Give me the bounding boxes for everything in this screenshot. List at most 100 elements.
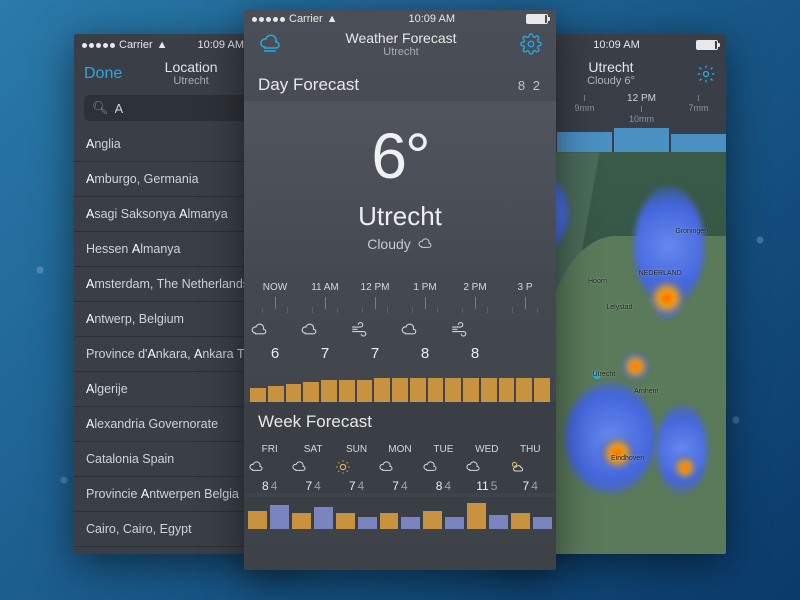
status-bar: Carrier ▲ 10:09 AM [244,10,556,28]
current-temp: 6° [244,119,556,193]
week-day[interactable]: SAT74 [291,444,334,493]
hour-column[interactable]: 11 AM7 [300,282,350,362]
week-forecast-label: Week Forecast [244,402,556,438]
week-day[interactable]: THU74 [509,444,552,493]
hour-bar [339,380,355,402]
week-bar [489,515,508,529]
week-bar [533,517,552,529]
cloud-icon [291,459,334,475]
map-label: Eindhoven [611,455,644,462]
rain-bar [557,132,612,152]
app-header: Weather Forecast Utrecht [244,28,556,65]
week-day[interactable]: WED115 [465,444,508,493]
battery-icon [696,40,718,50]
wind-icon [350,321,400,339]
week-bar [445,517,464,529]
cloud-icon [417,236,433,252]
hour-bar [250,388,266,402]
header-subtitle: Cloudy 6° [587,75,635,87]
map-label: Groningen [675,228,708,235]
hour-bar [392,378,408,402]
phone-weather-main: Carrier ▲ 10:09 AM Weather Forecast Utre… [244,10,556,570]
week-forecast[interactable]: FRI84SAT74SUN74MON74TUE84WED115THU74 [244,438,556,493]
done-button[interactable]: Done [84,65,122,83]
battery-icon [526,14,548,24]
hour-bar [445,378,461,402]
current-condition: Cloudy [367,236,411,252]
current-city: Utrecht [244,201,556,232]
map-label: Utrecht [593,371,616,378]
rain-bar [614,128,669,152]
clock: 10:09 AM [409,13,455,25]
hour-bar [374,378,390,402]
app-subtitle: Utrecht [345,46,456,59]
week-bar [380,513,399,529]
map-label: Lelystad [606,304,632,311]
week-day[interactable]: SUN74 [335,444,378,493]
header-title: Utrecht [587,60,635,75]
day-counter: 8 2 [518,78,542,93]
week-day[interactable]: FRI84 [248,444,291,493]
day-forecast-label: Day Forecast [258,75,359,95]
carrier-label: Carrier [119,39,153,51]
hour-bar [534,378,550,402]
week-day[interactable]: TUE84 [422,444,465,493]
cloud-icon [378,459,421,475]
week-bar [423,511,442,529]
hour-column[interactable]: 2 PM8 [450,282,500,362]
hour-column[interactable]: 1 PM8 [400,282,450,362]
app-icon[interactable] [258,32,282,56]
nav-subtitle: Utrecht [165,75,218,87]
carrier-label: Carrier [289,13,323,25]
hour-bar [303,382,319,402]
cloud-icon [465,459,508,475]
hour-bar [428,378,444,402]
hour-bar [410,378,426,402]
wind-icon [450,321,500,339]
settings-button[interactable] [696,64,716,84]
legend-col: 9mm [557,93,612,124]
week-day[interactable]: MON74 [378,444,421,493]
hour-bar [357,380,373,402]
hour-bar [516,378,532,402]
rain-bar [671,134,726,152]
hour-bar [499,378,515,402]
hour-column[interactable]: 3 P [500,282,550,362]
hour-bar [286,384,302,402]
map-label: NEDERLAND [639,270,682,277]
settings-button[interactable] [520,33,542,55]
hour-column[interactable]: 12 PM7 [350,282,400,362]
map-label: Hoorn [588,278,607,285]
nav-title: Location [165,60,218,75]
hour-column[interactable]: NOW6 [250,282,300,362]
hourly-forecast[interactable]: NOW611 AM712 PM71 PM82 PM83 P [244,272,556,362]
cloud-icon [250,321,300,339]
day-forecast-header: Day Forecast 8 2 [244,65,556,101]
week-bar [314,507,333,529]
hour-bar [321,380,337,402]
current-conditions: 6° Utrecht Cloudy [244,101,556,272]
map-label: Arnhem [634,388,659,395]
search-icon: 🔍︎ [92,100,109,116]
sun-cloud-icon [509,459,552,475]
week-bar [467,503,486,529]
week-bar [248,511,267,529]
week-bar [401,517,420,529]
wifi-icon: ▲ [327,13,338,25]
week-bar [358,517,377,529]
cloud-icon [422,459,465,475]
cloud-icon [400,321,450,339]
week-bar [336,513,355,529]
week-bars [244,497,556,529]
week-bar [511,513,530,529]
legend-col: 12 PM10mm [614,93,669,124]
cloud-icon [300,321,350,339]
hour-bar [481,378,497,402]
clock: 10:09 AM [198,39,244,51]
legend-col: 7mm [671,93,726,124]
hourly-temp-bars [244,366,556,402]
app-title: Weather Forecast [345,30,456,46]
hour-bar [463,378,479,402]
wifi-icon: ▲ [157,39,168,51]
week-bar [292,513,311,529]
